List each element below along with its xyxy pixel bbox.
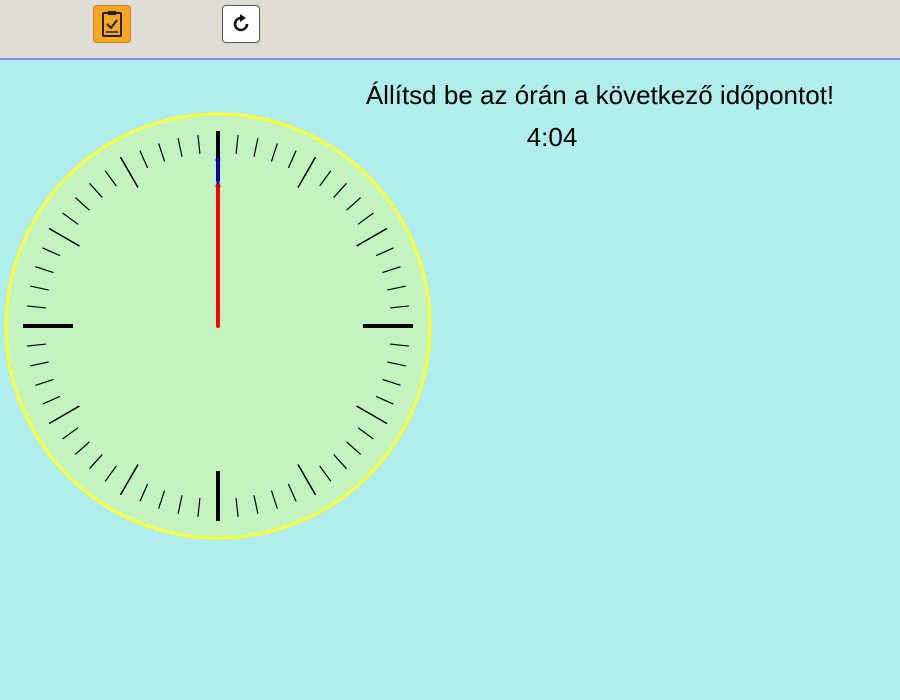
reset-arrow-icon [233,14,249,32]
check-answer-button[interactable] [93,5,131,43]
minute-hand-handle[interactable] [215,183,221,189]
reset-button[interactable] [222,5,260,43]
task-prompt: Állítsd be az órán a következő időpontot… [365,80,835,110]
app-canvas: Állítsd be az órán a következő időpontot… [0,0,900,700]
target-time: 4:04 [526,122,578,152]
clock-widget[interactable] [0,110,440,550]
hour-hand-handle[interactable] [215,157,221,163]
clipboard-check-icon [102,11,122,37]
toolbar [0,0,900,60]
